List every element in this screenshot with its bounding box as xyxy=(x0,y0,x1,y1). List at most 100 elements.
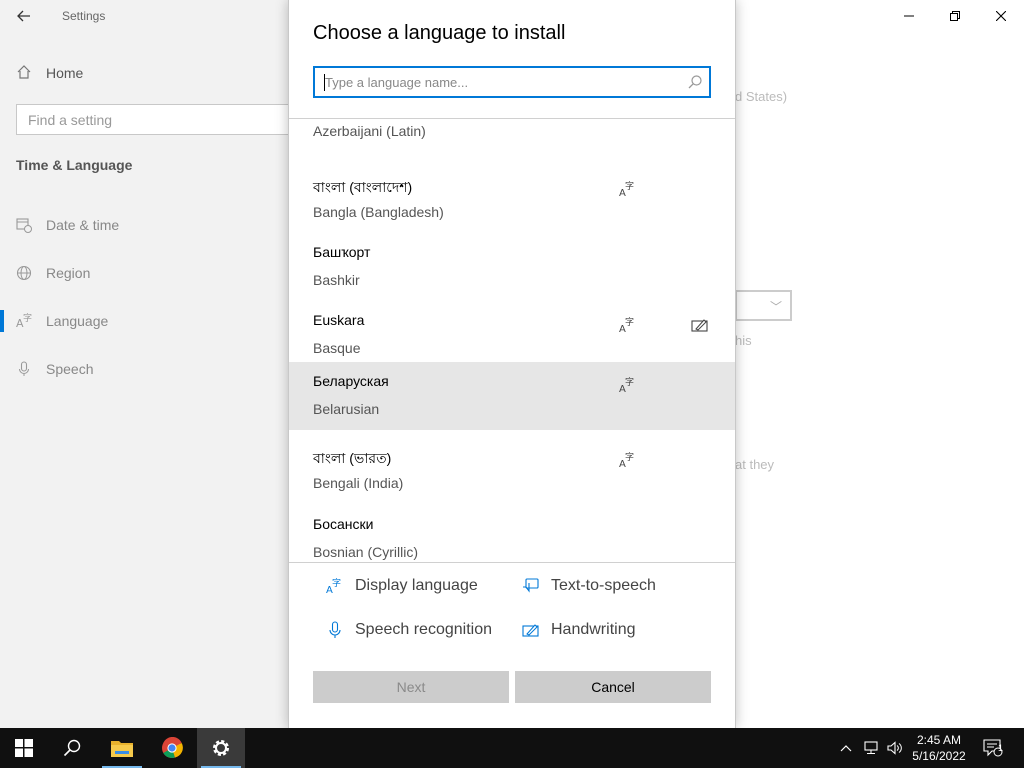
background-dropdown: ﹀ xyxy=(735,290,792,321)
next-button[interactable]: Next xyxy=(313,671,509,703)
home-icon xyxy=(16,64,32,83)
file-explorer-icon xyxy=(111,741,133,757)
language-row-bengali-india[interactable]: বাংলা (ভারত) Bengali (India) A字 xyxy=(289,439,735,507)
microphone-icon xyxy=(16,361,32,377)
minimize-button[interactable] xyxy=(886,0,932,32)
minimize-icon xyxy=(904,15,914,17)
volume-tray-button[interactable] xyxy=(884,728,906,768)
language-search-input[interactable] xyxy=(325,73,665,91)
language-english-name: Bashkir xyxy=(313,272,360,288)
choose-language-dialog: Choose a language to install Azerbaijani… xyxy=(288,0,736,728)
notification-count: 1 xyxy=(998,743,1004,753)
window-title: Settings xyxy=(62,9,106,23)
sidebar-item-date-time[interactable]: Date & time xyxy=(16,213,119,237)
speaker-icon xyxy=(887,741,902,755)
sidebar-item-region[interactable]: Region xyxy=(16,261,90,285)
sidebar-item-label: Region xyxy=(46,265,91,281)
chevron-up-icon xyxy=(840,745,852,752)
language-english-name: Bengali (India) xyxy=(313,475,404,491)
language-english-name: Basque xyxy=(313,340,361,356)
settings-sidebar: Home Find a setting Time & Language Date… xyxy=(0,0,300,728)
network-icon xyxy=(864,741,878,754)
svg-text:字: 字 xyxy=(332,577,341,589)
language-english-name: Bangla (Bangladesh) xyxy=(313,204,444,220)
cancel-button[interactable]: Cancel xyxy=(515,671,711,703)
dialog-title: Choose a language to install xyxy=(313,22,566,44)
svg-text:字: 字 xyxy=(625,376,634,388)
legend-label: Speech recognition xyxy=(355,621,492,638)
search-icon xyxy=(63,739,81,757)
legend-label: Handwriting xyxy=(551,621,636,638)
legend-display-language: A字 Display language xyxy=(325,574,478,598)
nav-home[interactable]: Home xyxy=(16,62,83,84)
legend-label: Display language xyxy=(355,577,478,594)
window-controls xyxy=(886,0,1024,32)
clock-time: 2:45 AM xyxy=(916,733,962,747)
back-arrow-icon xyxy=(17,10,30,22)
nav-home-label: Home xyxy=(46,65,84,81)
display-language-icon: A字 xyxy=(619,451,634,469)
calendar-clock-icon xyxy=(16,217,32,233)
language-english-name: Bosnian (Cyrillic) xyxy=(313,544,419,560)
display-language-icon: A字 xyxy=(619,316,634,334)
language-row-belarusian[interactable]: Беларуская Belarusian A字 xyxy=(289,362,735,430)
taskbar-search-button[interactable] xyxy=(48,728,96,768)
globe-icon xyxy=(16,265,32,281)
background-text-fragment: at they xyxy=(735,457,775,472)
svg-text:字: 字 xyxy=(625,316,634,328)
handwriting-icon xyxy=(691,319,708,332)
taskbar-chrome[interactable] xyxy=(148,728,196,768)
legend-text-to-speech: Text-to-speech xyxy=(521,574,656,598)
language-native-name: বাংলা (ভারত) xyxy=(313,450,392,466)
language-row-bangla-bangladesh[interactable]: বাংলা (বাংলাদেশ) Bangla (Bangladesh) A字 xyxy=(289,168,735,236)
language-native-name: Босански xyxy=(313,516,374,532)
language-native-name: Беларуская xyxy=(313,373,389,389)
language-list[interactable]: Azerbaijani (Latin) A字 বাংলা (বাংলাদেশ) … xyxy=(289,119,735,562)
show-hidden-icons-button[interactable] xyxy=(836,728,856,768)
sidebar-item-label: Date & time xyxy=(46,217,120,233)
windows-start-icon xyxy=(15,739,33,757)
close-icon xyxy=(996,11,1006,21)
taskbar-settings[interactable] xyxy=(197,728,245,768)
start-button[interactable] xyxy=(0,728,48,768)
microphone-icon xyxy=(325,620,345,640)
language-native-name: Башҡорт xyxy=(313,244,371,260)
language-native-name: Euskara xyxy=(313,312,365,328)
taskbar-clock[interactable]: 2:45 AM 5/16/2022 xyxy=(906,732,972,764)
restore-icon xyxy=(950,11,960,21)
text-caret xyxy=(324,74,325,91)
display-language-icon: A字 xyxy=(619,180,634,198)
back-button[interactable] xyxy=(8,2,40,30)
text-to-speech-icon xyxy=(521,576,541,596)
display-language-icon: A字 xyxy=(619,376,634,394)
legend-handwriting: Handwriting xyxy=(521,618,635,642)
language-search-box[interactable] xyxy=(313,66,711,98)
find-setting-input[interactable]: Find a setting xyxy=(16,104,300,135)
chevron-down-icon: ﹀ xyxy=(769,300,782,314)
background-text-fragment: d States) xyxy=(735,89,788,104)
language-row-bashkir[interactable]: Башҡорт Bashkir xyxy=(289,236,735,304)
language-row-bosnian-cyrillic[interactable]: Босански Bosnian (Cyrillic) xyxy=(289,508,735,562)
restore-button[interactable] xyxy=(932,0,978,32)
section-title: Time & Language xyxy=(16,157,133,173)
sidebar-item-language[interactable]: A字 Language xyxy=(16,309,108,333)
network-tray-button[interactable] xyxy=(860,728,882,768)
language-icon: A字 xyxy=(16,313,32,329)
language-english-name: Belarusian xyxy=(313,401,380,417)
taskbar-file-explorer[interactable] xyxy=(98,728,146,768)
chrome-icon xyxy=(162,737,183,758)
legend-label: Text-to-speech xyxy=(551,577,656,594)
find-setting-placeholder: Find a setting xyxy=(28,112,113,128)
list-separator xyxy=(289,562,735,563)
close-button[interactable] xyxy=(978,0,1024,32)
language-english-name: Azerbaijani (Latin) xyxy=(313,123,426,139)
language-row-azerbaijani[interactable]: Azerbaijani (Latin) A字 xyxy=(289,119,735,155)
language-native-name: বাংলা (বাংলাদেশ) xyxy=(313,179,413,195)
display-language-icon: A字 xyxy=(325,576,345,596)
settings-gear-icon xyxy=(213,740,229,756)
sidebar-item-label: Language xyxy=(46,313,109,329)
svg-text:字: 字 xyxy=(625,451,634,463)
sidebar-item-speech[interactable]: Speech xyxy=(16,357,93,381)
handwriting-icon xyxy=(521,620,541,640)
action-center-button[interactable]: 1 xyxy=(978,728,1008,768)
